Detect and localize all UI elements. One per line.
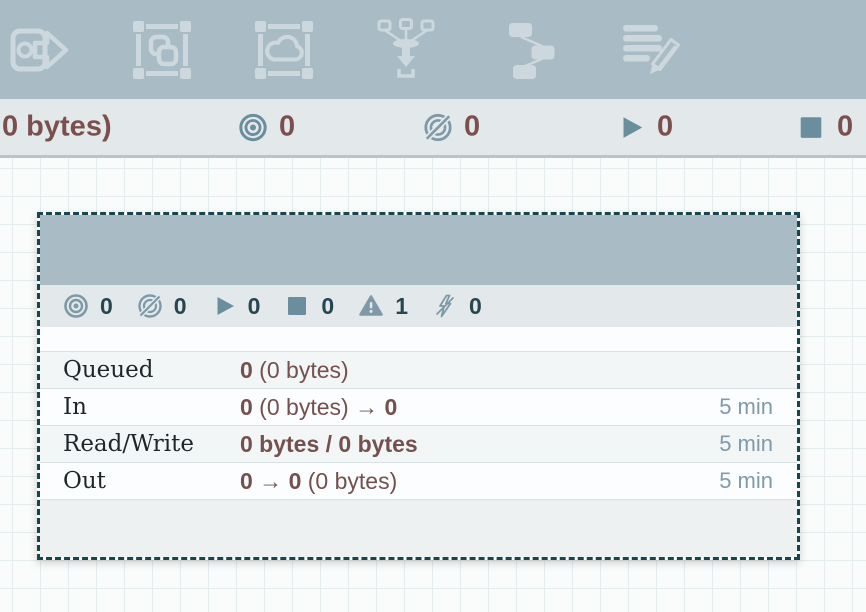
flow-canvas[interactable]: 0 0 0 0 1 0 Queued 0 (0 bytes) In 0 (0 b…: [0, 158, 866, 612]
funnel-icon: [377, 17, 435, 78]
template-tool[interactable]: [496, 18, 560, 82]
process-group-header: [40, 215, 797, 285]
disabled-bolt-slash-icon: [435, 294, 455, 318]
pg-running-count: 0: [247, 292, 261, 319]
process-group-stats-table: Queued 0 (0 bytes) In 0 (0 bytes) → 0 5 …: [40, 351, 797, 499]
row-time: 5 min: [719, 468, 773, 493]
pg-transmitting-count: 0: [100, 292, 113, 319]
process-group-icon: [133, 20, 191, 79]
table-row: Queued 0 (0 bytes): [40, 351, 797, 388]
transmitting-count: 0: [279, 110, 296, 143]
process-group[interactable]: 0 0 0 0 1 0 Queued 0 (0 bytes) In 0 (0 b…: [37, 212, 800, 560]
pg-stopped-stat: 0: [284, 293, 334, 320]
not-transmitting-count: 0: [464, 110, 481, 143]
flow-status-bar: 0 bytes) 0 0 0 0: [0, 99, 866, 158]
pg-disabled-count: 0: [468, 292, 482, 319]
row-value: 0 bytes / 0 bytes: [240, 430, 418, 457]
running-play-icon: [623, 116, 643, 138]
table-row: Read/Write 0 bytes / 0 bytes 5 min: [40, 425, 797, 462]
output-port-icon: [10, 28, 69, 71]
stopped-status: 0: [796, 111, 853, 144]
row-value: 0 (0 bytes): [240, 356, 349, 383]
label-tool[interactable]: [618, 18, 682, 82]
pg-spacer: [40, 327, 797, 351]
running-status: 0: [616, 111, 673, 144]
row-label: In: [63, 394, 87, 420]
row-time: 5 min: [719, 394, 773, 419]
template-icon: [509, 22, 555, 79]
remote-process-group-tool[interactable]: [252, 18, 316, 82]
pg-disabled-stat: 0: [432, 293, 482, 320]
row-label: Out: [63, 468, 106, 494]
table-row: In 0 (0 bytes) → 0 5 min: [40, 388, 797, 425]
label-icon: [623, 24, 680, 74]
not-transmitting-status: 0: [423, 111, 480, 144]
pg-running-stat: 0: [211, 292, 261, 320]
output-port-tool[interactable]: [8, 18, 72, 82]
row-label: Queued: [63, 357, 154, 383]
table-row: Out 0 → 0 (0 bytes) 5 min: [40, 462, 797, 499]
process-group-tool[interactable]: [130, 18, 194, 82]
process-group-stats-row: 0 0 0 0 1 0: [40, 285, 797, 327]
pg-transmitting-stat: 0: [63, 293, 113, 320]
row-value: 0 → 0 (0 bytes): [240, 467, 398, 494]
row-value: 0 (0 bytes) → 0: [240, 393, 398, 420]
pg-not-transmitting-stat: 0: [137, 293, 187, 320]
process-group-footer: [40, 499, 797, 557]
transmitting-status: 0: [238, 111, 295, 144]
row-label: Read/Write: [63, 431, 194, 457]
running-count: 0: [657, 110, 674, 143]
not-transmitting-slash-icon: [424, 113, 452, 141]
pg-invalid-count: 1: [395, 292, 408, 319]
transmitting-bullseye-icon: [239, 113, 267, 141]
pg-not-transmitting-count: 0: [173, 292, 187, 319]
stopped-square-icon: [288, 297, 307, 315]
remote-process-group-icon: [255, 20, 313, 79]
stopped-count: 0: [837, 110, 854, 143]
not-transmitting-slash-icon: [138, 294, 162, 318]
pg-stopped-count: 0: [321, 292, 335, 319]
running-play-icon: [217, 297, 234, 315]
transmitting-bullseye-icon: [64, 294, 88, 318]
pg-invalid-stat: 1: [358, 293, 408, 320]
stopped-square-icon: [800, 116, 822, 138]
funnel-tool[interactable]: [374, 17, 438, 82]
warning-triangle-icon: [359, 295, 383, 316]
component-toolbar: [0, 0, 866, 99]
row-time: 5 min: [719, 431, 773, 456]
queued-bytes-text: 0 bytes): [2, 110, 112, 143]
